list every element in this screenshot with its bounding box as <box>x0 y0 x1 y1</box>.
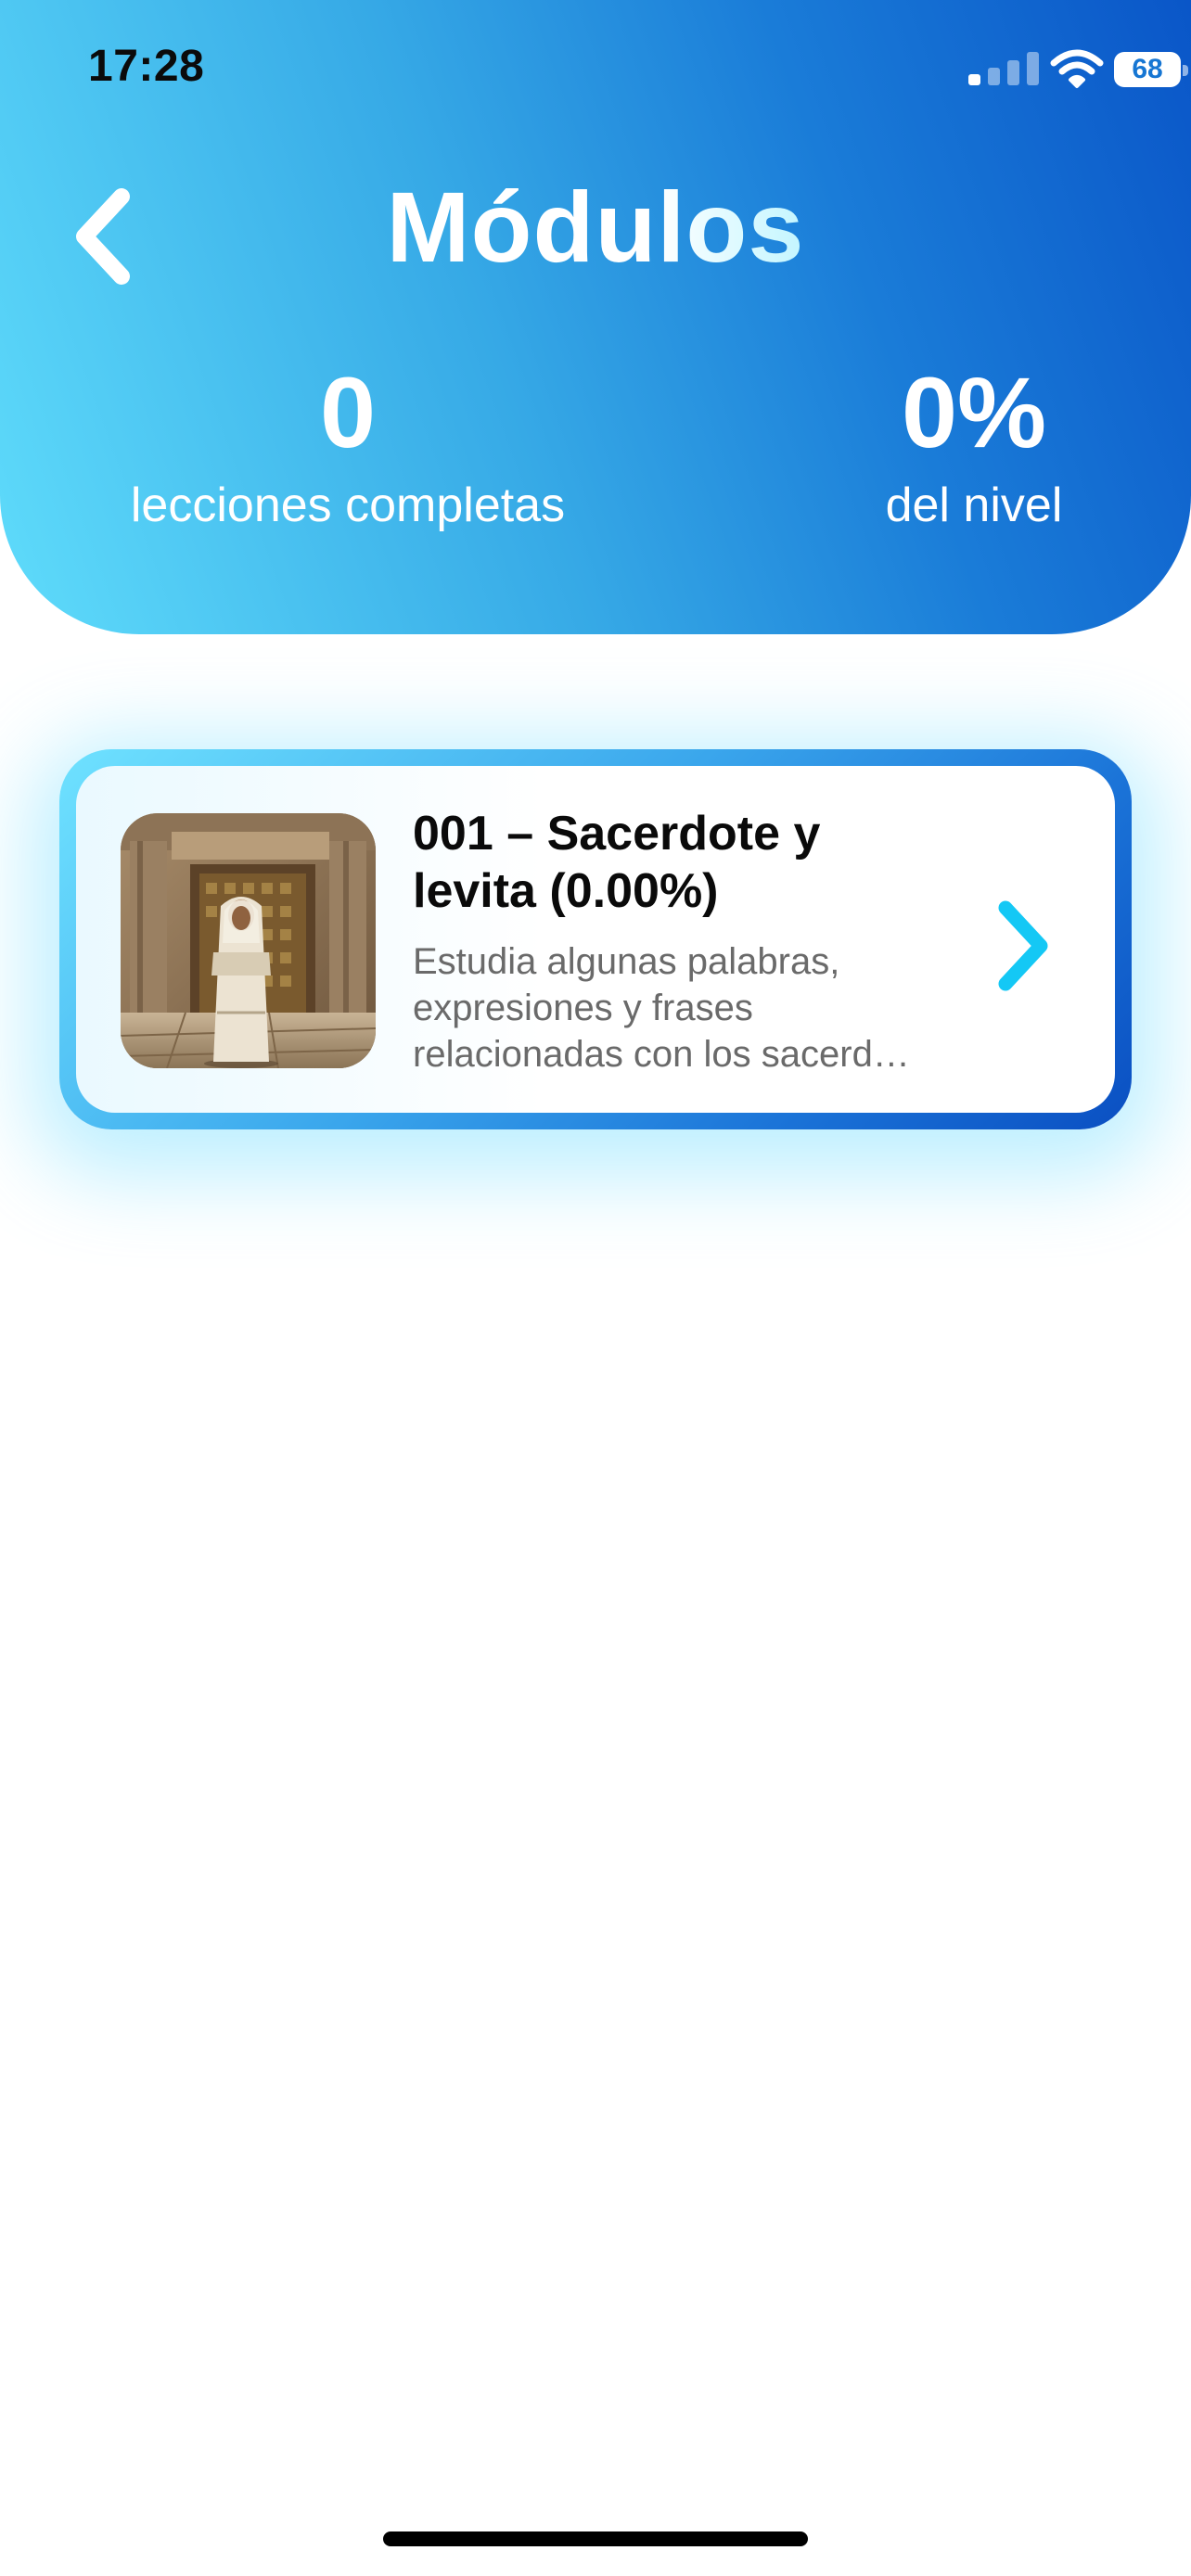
status-time: 17:28 <box>88 42 205 91</box>
battery-icon: 68 <box>1114 52 1188 87</box>
stat-lessons: 0 lecciones completas <box>111 357 584 533</box>
wifi-icon <box>1050 49 1104 88</box>
module-title: 001 – Sacerdote y levita (0.00%) <box>413 807 821 918</box>
priest-temple-image <box>121 813 376 1068</box>
header: 17:28 68 Módulos 0 lecciones completas 0… <box>0 0 1191 634</box>
level-progress-label: del nivel <box>885 478 1063 532</box>
lessons-completed-label: lecciones completas <box>130 478 566 532</box>
battery-nub <box>1183 65 1188 76</box>
module-description: Estudia algunas palabras, expresiones y … <box>413 941 910 1075</box>
page-title: Módulos <box>0 169 1191 285</box>
level-progress-value: 0% <box>901 356 1047 468</box>
home-indicator[interactable] <box>383 2531 808 2546</box>
stat-level: 0% del nivel <box>835 357 1113 533</box>
chevron-right-icon[interactable] <box>992 895 1057 997</box>
battery-level: 68 <box>1132 54 1163 84</box>
lessons-completed-value: 0 <box>319 356 377 468</box>
cellular-signal-icon <box>968 50 1041 85</box>
